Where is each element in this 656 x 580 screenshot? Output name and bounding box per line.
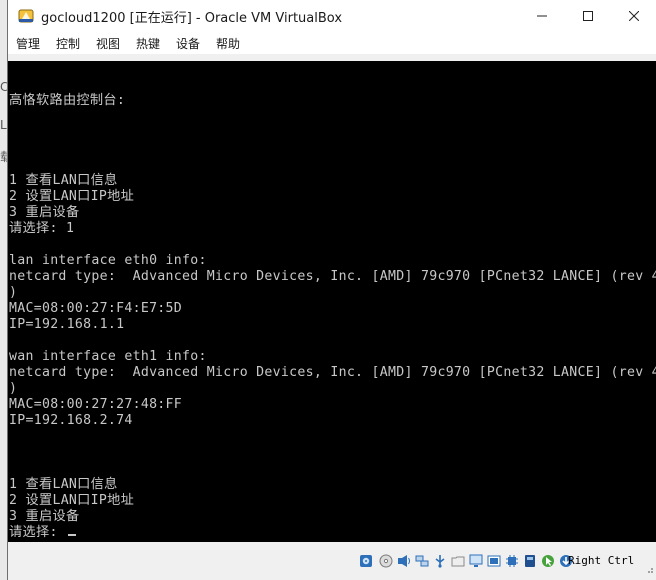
console-line: IP=192.168.1.1 — [9, 317, 125, 332]
maximize-icon — [583, 11, 593, 21]
console-line: 1 查看LAN口信息 — [9, 173, 118, 188]
title-bar[interactable]: gocloud1200 [正在运行] - Oracle VM VirtualBo… — [8, 0, 656, 32]
console-line: 3 重启设备 — [9, 509, 80, 524]
console-line: ) — [9, 285, 18, 300]
close-button[interactable] — [611, 0, 656, 32]
menu-devices[interactable]: 设备 — [176, 35, 200, 52]
display-icon[interactable] — [469, 554, 483, 568]
menu-help[interactable]: 帮助 — [216, 35, 240, 52]
menu-hotkeys[interactable]: 热键 — [136, 35, 160, 52]
console-prompt: 请选择: — [9, 525, 66, 540]
audio-icon[interactable] — [397, 554, 411, 568]
console-line: wan interface eth1 info: — [9, 349, 207, 364]
status-bar: Right Ctrl — [8, 546, 656, 576]
cpu-icon[interactable] — [505, 554, 519, 568]
maximize-button[interactable] — [565, 0, 611, 32]
console-line: 请选择: 1 — [9, 221, 75, 236]
shared-folders-icon[interactable] — [451, 554, 465, 568]
recording-icon[interactable] — [487, 554, 501, 568]
console-line: MAC=08:00:27:27:48:FF — [9, 397, 183, 412]
console-line: MAC=08:00:27:F4:E7:5D — [9, 301, 183, 316]
virtualbox-vm-window: gocloud1200 [正在运行] - Oracle VM VirtualBo… — [7, 0, 656, 580]
close-icon — [629, 11, 639, 21]
menu-manage[interactable]: 管理 — [16, 35, 40, 52]
console-line: 3 重启设备 — [9, 205, 80, 220]
console-line: ) — [9, 381, 18, 396]
window-title: gocloud1200 [正在运行] - Oracle VM VirtualBo… — [41, 11, 343, 26]
console-prompt-line[interactable]: 请选择: — [9, 525, 76, 541]
vm-console-screen[interactable]: 高恪软路由控制台: 1 查看LAN口信息 2 设置LAN口IP地址 3 重启设备… — [8, 61, 656, 542]
usb-icon[interactable] — [433, 554, 447, 568]
console-line: 2 设置LAN口IP地址 — [9, 493, 135, 508]
menu-bar: 管理 控制 视图 热键 设备 帮助 — [8, 32, 656, 54]
minimize-button[interactable] — [519, 0, 565, 32]
console-line: lan interface eth0 info: — [9, 253, 207, 268]
host-key-label: Right Ctrl — [568, 554, 635, 567]
network-icon[interactable] — [415, 554, 429, 568]
menu-view[interactable]: 视图 — [96, 35, 120, 52]
mouse-integration-icon[interactable] — [541, 554, 555, 568]
resize-grip-icon[interactable] — [644, 564, 654, 574]
console-line: 1 查看LAN口信息 — [9, 477, 118, 492]
console-line: netcard type: Advanced Micro Devices, In… — [9, 365, 656, 380]
text-cursor — [67, 534, 76, 536]
console-line: 2 设置LAN口IP地址 — [9, 189, 135, 204]
virtualbox-app-icon — [18, 9, 34, 23]
optical-drive-icon[interactable] — [379, 554, 393, 568]
console-line: netcard type: Advanced Micro Devices, In… — [9, 269, 656, 284]
console-line: IP=192.168.2.74 — [9, 413, 133, 428]
console-line: 高恪软路由控制台: — [9, 93, 126, 108]
menu-control[interactable]: 控制 — [56, 35, 80, 52]
hard-disk-icon[interactable] — [359, 554, 373, 568]
virtualization-icon[interactable] — [523, 554, 537, 568]
minimize-icon — [537, 15, 547, 17]
